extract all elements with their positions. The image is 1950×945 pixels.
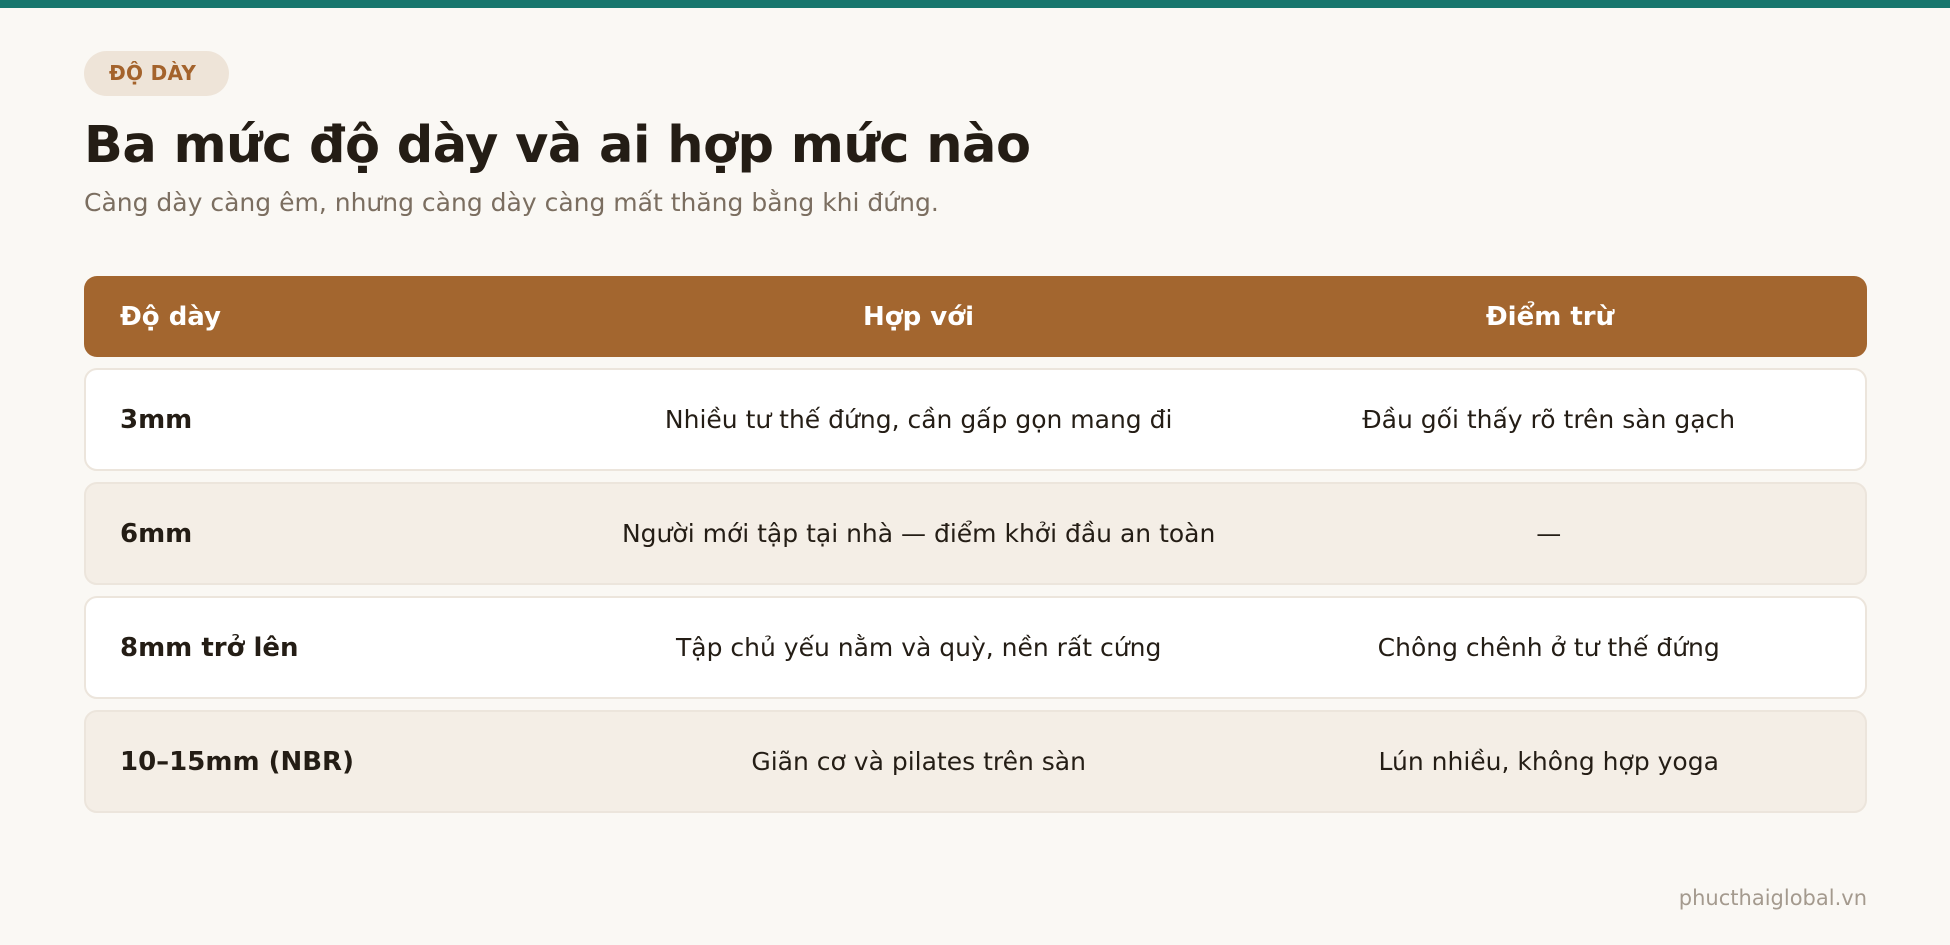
section-badge: ĐỘ DÀY [84,51,230,96]
table-row: 6mm Người mới tập tại nhà — điểm khởi đầ… [84,482,1867,585]
header-thickness: Độ dày [120,301,222,332]
cell-suitable-for: Giãn cơ và pilates trên sàn [751,747,1086,776]
page-title: Ba mức độ dày và ai hợp mức nào [84,116,1031,175]
cell-drawback: Đầu gối thấy rõ trên sàn gạch [1362,405,1736,434]
cell-thickness: 3mm [120,404,193,435]
header-suitable-for: Hợp với [862,301,974,332]
cell-suitable-for: Người mới tập tại nhà — điểm khởi đầu an… [621,519,1216,548]
cell-thickness: 6mm [120,518,193,549]
cell-suitable-for: Tập chủ yếu nằm và quỳ, nền rất cứng [675,633,1162,662]
table-row: 10–15mm (NBR) Giãn cơ và pilates trên sà… [84,710,1867,813]
cell-drawback: — [1536,519,1562,548]
table-header: Độ dày Hợp với Điểm trừ [84,276,1867,357]
top-accent-bar [0,0,1950,8]
table-row: 8mm trở lên Tập chủ yếu nằm và quỳ, nền … [84,596,1867,699]
page-subtitle: Càng dày càng êm, nhưng càng dày càng mấ… [84,188,939,217]
cell-suitable-for: Nhiều tư thế đứng, cần gấp gọn mang đi [664,405,1173,434]
thickness-table: Độ dày Hợp với Điểm trừ 3mm Nhiều tư thế… [84,276,1867,813]
page-content: ĐỘ DÀY Ba mức độ dày và ai hợp mức nào C… [84,51,1867,813]
header-drawback: Điểm trừ [1485,301,1615,332]
cell-drawback: Lún nhiều, không hợp yoga [1378,747,1719,776]
footer-site-url: phucthaiglobal.vn [1678,886,1867,910]
cell-drawback: Chông chênh ở tư thế đứng [1377,633,1720,662]
table-row: 3mm Nhiều tư thế đứng, cần gấp gọn mang … [84,368,1867,471]
cell-thickness: 10–15mm (NBR) [120,746,354,777]
cell-thickness: 8mm trở lên [120,632,299,663]
